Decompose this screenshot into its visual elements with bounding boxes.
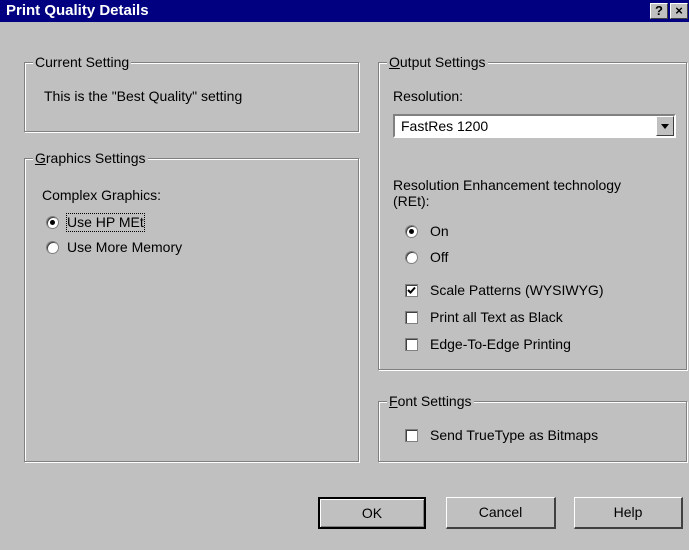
complex-graphics-label: Complex Graphics: [42, 187, 162, 203]
output-settings-group: Output Settings Resolution: Resolution E… [378, 54, 687, 370]
dropdown-arrow-button[interactable] [656, 116, 674, 136]
graphics-settings-group: Graphics Settings Complex Graphics: Use … [24, 150, 359, 462]
send-truetype-checkbox[interactable] [405, 429, 418, 442]
print-text-black-label[interactable]: Print all Text as Black [430, 309, 563, 326]
radio-selected-dot [50, 220, 55, 225]
current-setting-text: This is the "Best Quality" setting [44, 88, 243, 104]
current-setting-legend: Current Setting [33, 54, 132, 70]
close-icon[interactable]: × [670, 3, 688, 19]
checkmark-icon [407, 286, 416, 294]
title-bar: Print Quality Details ? × [0, 0, 689, 22]
resolution-dropdown[interactable]: FastRes 1200 [393, 114, 676, 138]
ret-label-line1: Resolution Enhancement technology [393, 177, 622, 193]
scale-patterns-label[interactable]: Scale Patterns (WYSIWYG) [430, 282, 603, 299]
help-button[interactable]: Help [574, 497, 683, 529]
edge-to-edge-checkbox[interactable] [405, 338, 418, 351]
send-truetype-label[interactable]: Send TrueType as Bitmaps [430, 427, 598, 444]
use-more-memory-label[interactable]: Use More Memory [67, 239, 182, 256]
scale-patterns-checkbox[interactable] [405, 284, 418, 297]
cancel-button[interactable]: Cancel [446, 497, 556, 529]
radio-selected-dot [409, 229, 414, 234]
edge-to-edge-label[interactable]: Edge-To-Edge Printing [430, 336, 571, 353]
resolution-label: Resolution: [393, 88, 464, 104]
ret-on-label[interactable]: On [430, 223, 449, 240]
current-setting-group: Current Setting This is the "Best Qualit… [24, 54, 359, 132]
graphics-settings-legend: Graphics Settings [33, 150, 148, 166]
font-settings-legend: Font Settings [387, 393, 474, 409]
help-icon[interactable]: ? [650, 3, 668, 19]
use-hp-met-radio[interactable] [46, 216, 59, 229]
window-title: Print Quality Details [6, 2, 149, 19]
use-more-memory-radio[interactable] [46, 241, 59, 254]
resolution-value: FastRes 1200 [401, 118, 489, 134]
font-settings-group: Font Settings Send TrueType as Bitmaps [378, 393, 687, 462]
use-hp-met-label[interactable]: Use HP MEt [66, 213, 145, 232]
chevron-down-icon [661, 124, 669, 129]
ret-off-label[interactable]: Off [430, 249, 448, 266]
print-text-black-checkbox[interactable] [405, 311, 418, 324]
ret-off-radio[interactable] [405, 251, 418, 264]
ret-label-line2: (REt): [393, 193, 430, 209]
ok-button[interactable]: OK [318, 497, 426, 529]
ret-on-radio[interactable] [405, 225, 418, 238]
output-settings-legend: Output Settings [387, 54, 488, 70]
